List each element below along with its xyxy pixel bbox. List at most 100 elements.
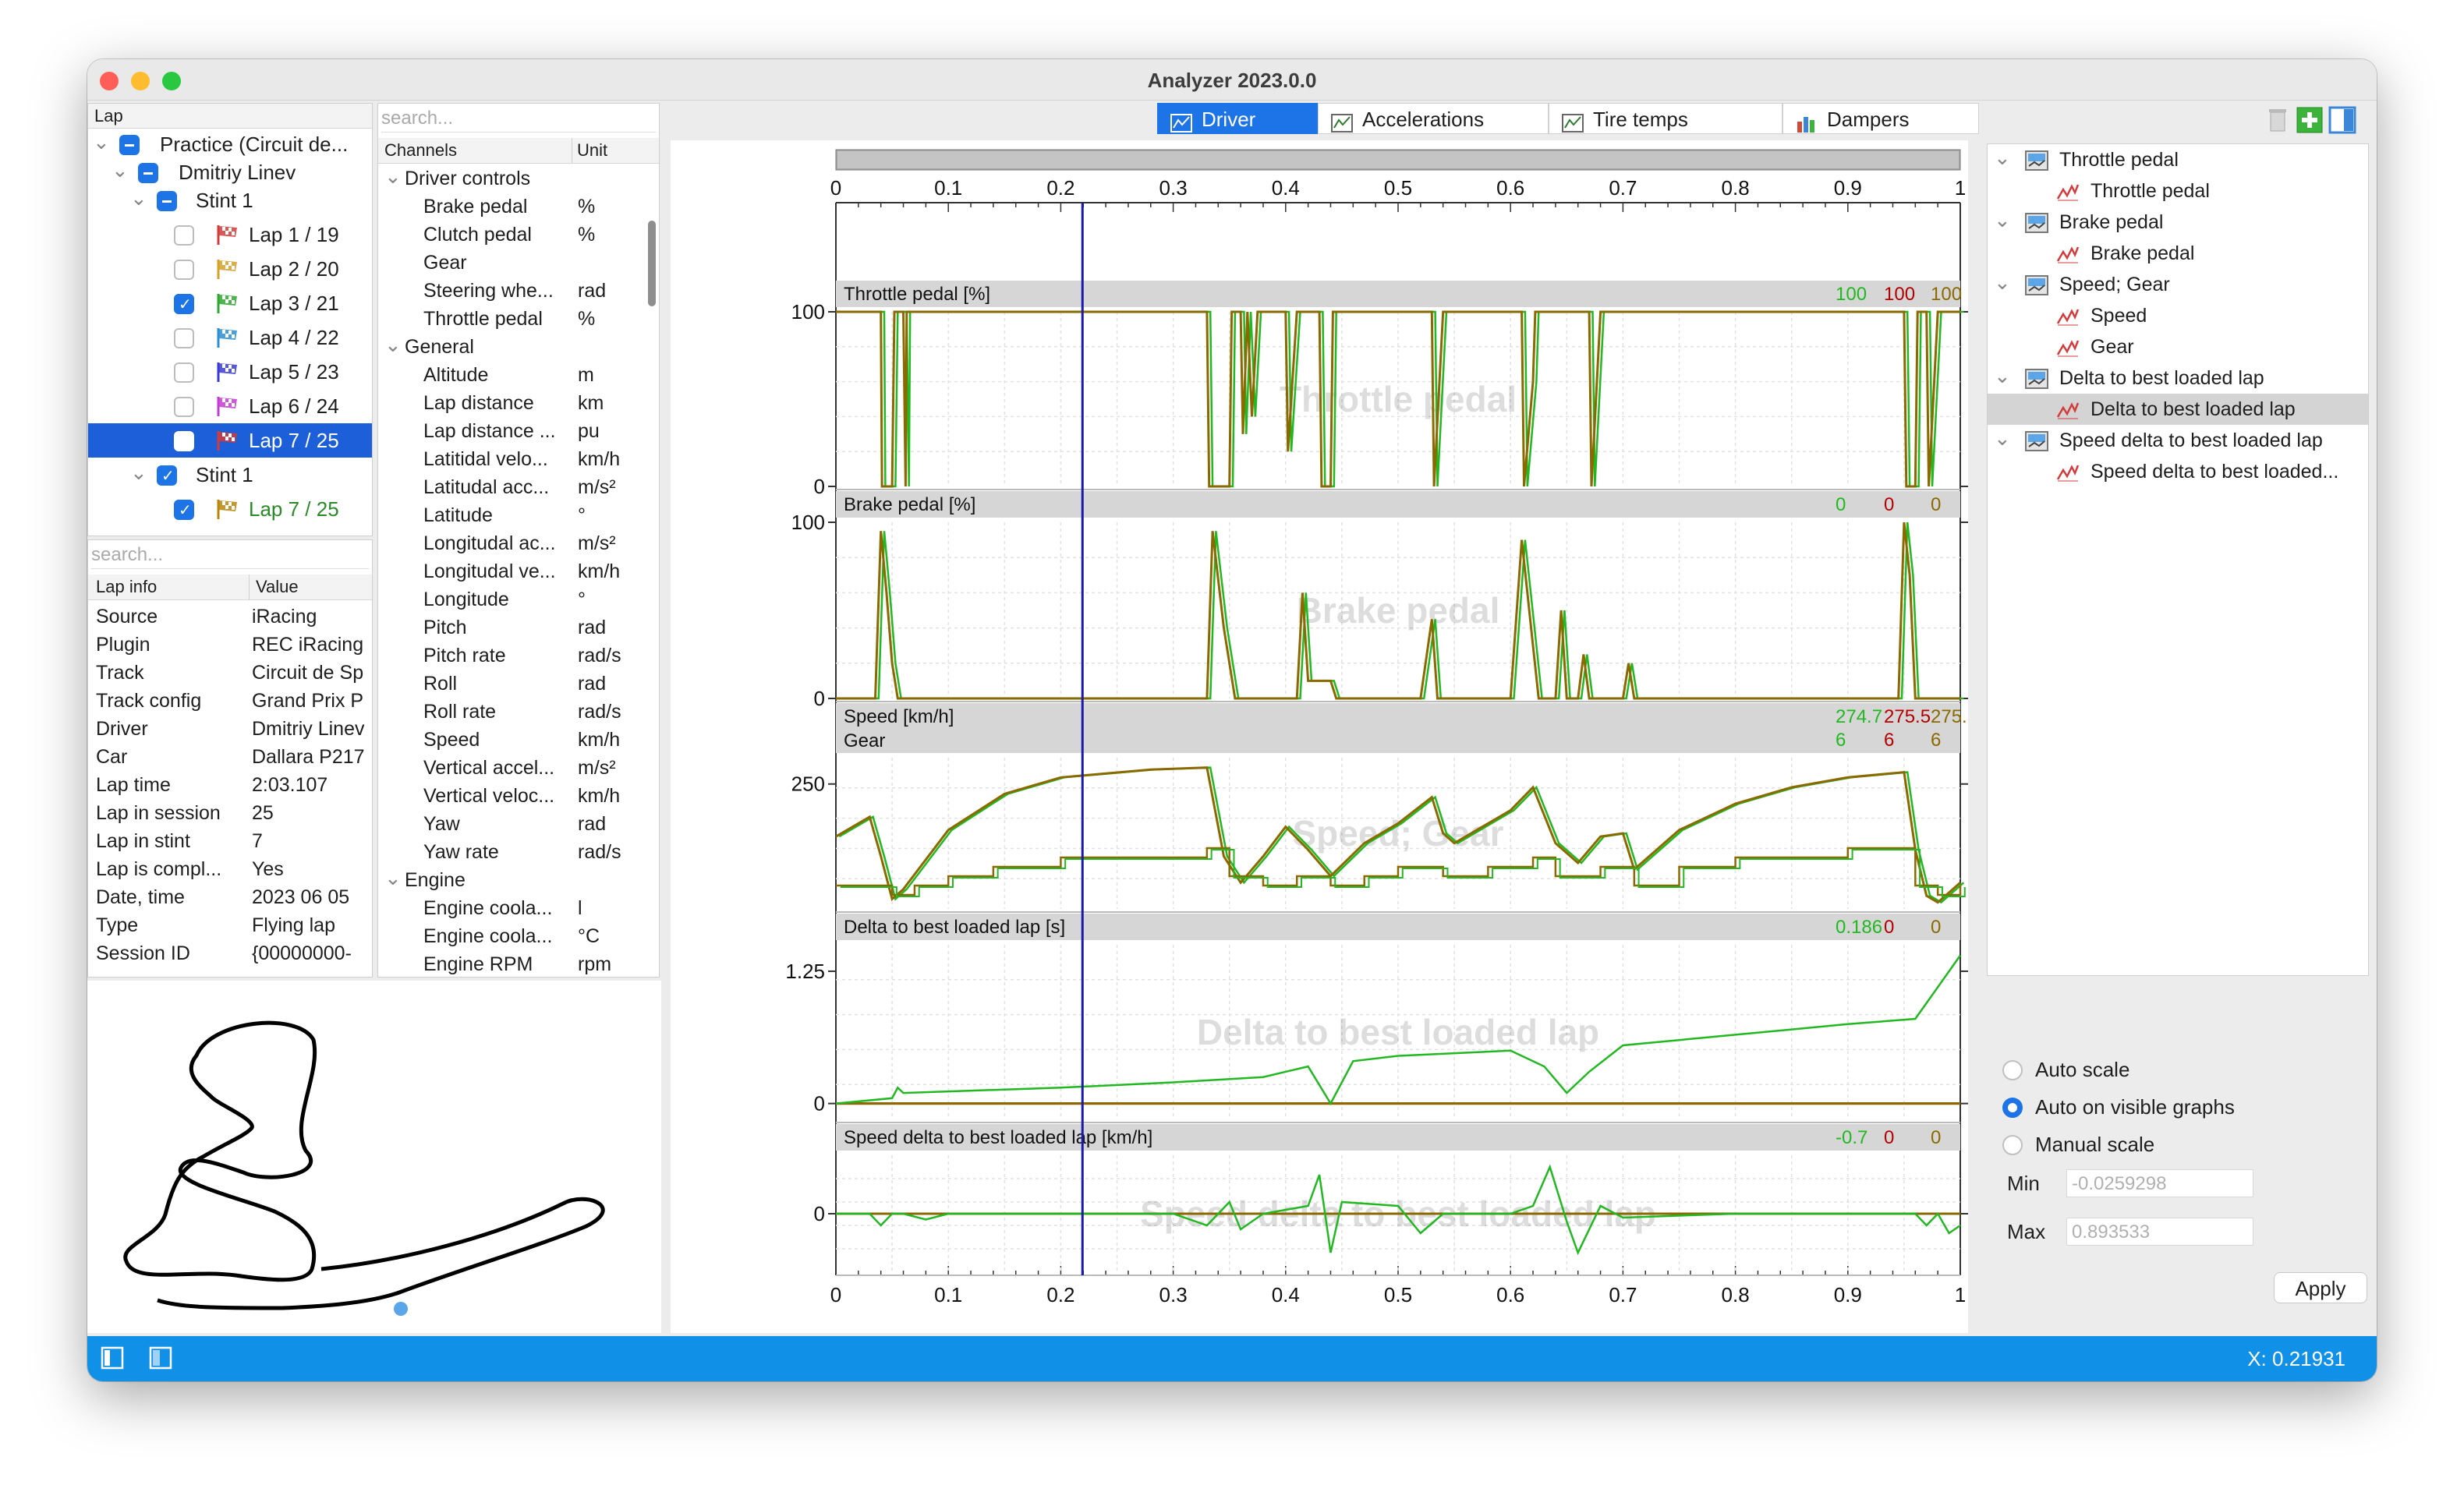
channel-item[interactable]: Speed <box>423 726 480 754</box>
stint-label[interactable]: Stint 1 <box>196 461 253 489</box>
channel-item[interactable]: Pitch <box>423 613 467 642</box>
lap-label[interactable]: Lap 1 / 19 <box>249 221 339 249</box>
max-field[interactable]: 0.893533 <box>2066 1218 2253 1246</box>
channel-group[interactable]: General <box>405 333 474 361</box>
tab-dampers[interactable]: Dampers <box>1783 103 1979 134</box>
lap-info-value: Flying lap <box>252 914 335 936</box>
x-tick-label: 0.3 <box>1159 1283 1188 1306</box>
lap-checkbox[interactable] <box>174 500 194 521</box>
lap-label[interactable]: Lap 4 / 22 <box>249 324 339 352</box>
graph-series-label[interactable]: Speed delta to best loaded... <box>2091 458 2338 486</box>
graph-series-label[interactable]: Speed <box>2091 302 2147 330</box>
channel-item[interactable]: Latitudal acc... <box>423 473 549 501</box>
add-graph-icon[interactable] <box>2294 104 2325 136</box>
channel-item[interactable]: Altitude <box>423 361 488 389</box>
driver-checkbox[interactable] <box>138 163 158 183</box>
tab-driver[interactable]: Driver <box>1157 103 1318 134</box>
channel-unit: m/s² <box>578 757 616 779</box>
channel-item[interactable]: Vertical veloc... <box>423 782 554 810</box>
channels-search[interactable]: search... <box>381 105 656 133</box>
x-tick-label: 0.7 <box>1609 1283 1637 1306</box>
stint-checkbox[interactable] <box>157 191 177 211</box>
lap-label[interactable]: Lap 5 / 23 <box>249 358 339 386</box>
channel-item[interactable]: Longitudal ac... <box>423 529 556 557</box>
channel-item[interactable]: Engine coola... <box>423 894 552 922</box>
x-tick-label: 0.8 <box>1722 176 1750 200</box>
channel-item[interactable]: Vertical accel... <box>423 754 554 782</box>
lap-label[interactable]: Lap 7 / 25 <box>249 426 339 454</box>
channel-item[interactable]: Brake pedal <box>423 193 527 221</box>
tab-tire-temps[interactable]: Tire temps <box>1549 103 1783 134</box>
manual-scale-radio[interactable] <box>2002 1135 2023 1155</box>
channels-scrollbar[interactable] <box>648 221 656 306</box>
graph-group-label[interactable]: Speed; Gear <box>2059 270 2170 299</box>
graph-group-label[interactable]: Throttle pedal <box>2059 146 2179 174</box>
app-window: Analyzer 2023.0.0 Lap ⌄ Practice (Circui… <box>87 59 2377 1381</box>
lap-checkbox[interactable] <box>174 225 194 246</box>
lap-label[interactable]: Lap 6 / 24 <box>249 392 339 420</box>
auto-scale-radio[interactable] <box>2002 1060 2023 1080</box>
channel-item[interactable]: Lap distance <box>423 389 534 417</box>
channel-item[interactable]: Lap distance ... <box>423 417 556 445</box>
lap-label[interactable]: Lap 3 / 21 <box>249 289 339 317</box>
channel-item[interactable]: Yaw <box>423 810 460 838</box>
lap-info-search[interactable]: search... <box>91 542 369 569</box>
channel-group[interactable]: Driver controls <box>405 164 530 193</box>
min-field[interactable]: -0.0259298 <box>2066 1169 2253 1197</box>
x-tick-label: 0.3 <box>1159 176 1188 200</box>
channel-item[interactable]: Pitch rate <box>423 642 506 670</box>
x-readout: X: 0.21931 <box>2247 1347 2345 1370</box>
stint-label[interactable]: Stint 1 <box>196 186 253 214</box>
channel-item[interactable]: Gear <box>423 249 467 277</box>
tab-accelerations[interactable]: Accelerations <box>1318 103 1549 134</box>
lap-checkbox[interactable] <box>174 260 194 280</box>
channel-item[interactable]: Engine coola... <box>423 922 552 950</box>
graph-series-label[interactable]: Delta to best loaded lap <box>2091 395 2296 423</box>
channel-group[interactable]: Engine <box>405 866 466 894</box>
sidebar-right-icon[interactable] <box>148 1345 173 1370</box>
lap-label[interactable]: Lap 7 / 25 <box>249 495 339 523</box>
channel-item[interactable]: Clutch pedal <box>423 221 532 249</box>
tab-label: Dampers <box>1827 108 1910 131</box>
channel-item[interactable]: Roll <box>423 670 457 698</box>
auto-visible-radio[interactable] <box>2002 1098 2023 1118</box>
apply-button[interactable]: Apply <box>2274 1272 2367 1303</box>
graph-group-label[interactable]: Delta to best loaded lap <box>2059 364 2264 392</box>
channel-item[interactable]: Latitude <box>423 501 493 529</box>
lap-checkbox[interactable] <box>174 431 194 452</box>
graph-series-label[interactable]: Throttle pedal <box>2091 177 2210 205</box>
lap-checkbox[interactable] <box>174 397 194 417</box>
channel-unit: km/h <box>578 729 621 751</box>
lap-label[interactable]: Lap 2 / 20 <box>249 255 339 283</box>
channel-item[interactable]: Throttle pedal <box>423 305 543 333</box>
scrollbar-thumb[interactable] <box>837 151 1959 168</box>
graph-group-label[interactable]: Speed delta to best loaded lap <box>2059 426 2323 454</box>
lap-checkbox[interactable] <box>174 294 194 315</box>
telemetry-charts[interactable]: 0 0.1 0.2 0.3 0.4 0.5 0.6 0.7 0.8 0.9 1 0 0.1 0.2 0.3 0… <box>671 140 2011 1333</box>
lap-checkbox[interactable] <box>174 362 194 383</box>
graph-group-label[interactable]: Brake pedal <box>2059 208 2163 236</box>
graph-tree-panel: ⌄ Throttle pedal Throttle pedal ⌄ Brake peda… <box>1987 143 2369 976</box>
lap-info-value: REC iRacing <box>252 634 364 656</box>
channel-item[interactable]: Latitidal velo... <box>423 445 548 473</box>
lap-info-value: Dmitriy Linev <box>252 718 365 740</box>
channel-item[interactable]: Longitudal ve... <box>423 557 556 585</box>
stint-checkbox[interactable] <box>157 465 177 486</box>
channel-unit: rad <box>578 813 607 835</box>
panel-toggle-icon[interactable] <box>2327 104 2358 136</box>
sidebar-left-icon[interactable] <box>100 1345 125 1370</box>
channel-item[interactable]: Engine RPM <box>423 950 533 978</box>
session-checkbox[interactable] <box>119 135 140 155</box>
trash-icon[interactable] <box>2263 104 2294 136</box>
graph-series-label[interactable]: Brake pedal <box>2091 239 2194 267</box>
lap-info-value: 25 <box>252 802 274 824</box>
channel-unit: pu <box>578 420 600 442</box>
session-label[interactable]: Practice (Circuit de... <box>160 130 348 158</box>
driver-label[interactable]: Dmitriy Linev <box>179 158 296 186</box>
graph-series-label[interactable]: Gear <box>2091 333 2134 361</box>
lap-checkbox[interactable] <box>174 328 194 348</box>
channel-item[interactable]: Yaw rate <box>423 838 499 866</box>
channel-item[interactable]: Steering whe... <box>423 277 554 305</box>
channel-item[interactable]: Longitude <box>423 585 509 613</box>
channel-item[interactable]: Roll rate <box>423 698 496 726</box>
